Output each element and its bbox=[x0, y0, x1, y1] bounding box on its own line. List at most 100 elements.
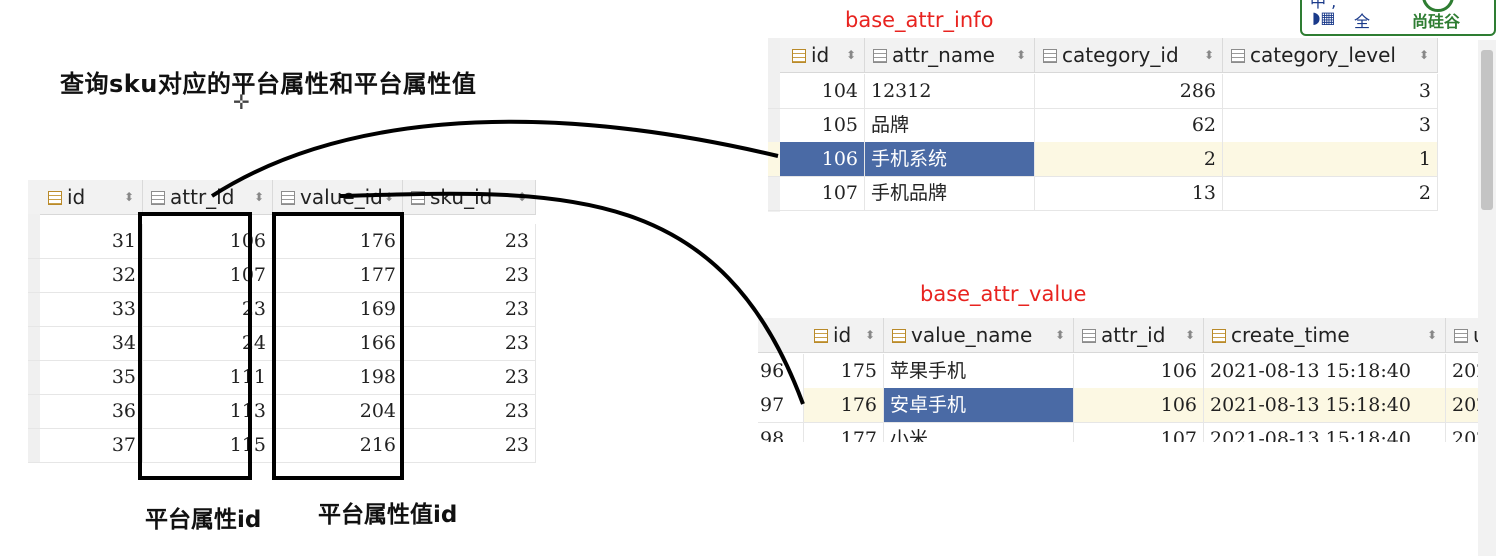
cell-sku-id[interactable]: 23 bbox=[403, 428, 536, 462]
sort-icon[interactable]: ⬍ bbox=[1185, 318, 1195, 352]
cell-update-time[interactable]: 202 bbox=[1446, 422, 1478, 442]
cell-update-time[interactable]: 202 bbox=[1446, 388, 1478, 422]
sort-icon[interactable]: ⬍ bbox=[865, 318, 875, 352]
cell-category-id[interactable]: 62 bbox=[1035, 108, 1223, 142]
column-header-id[interactable]: id ⬍ bbox=[40, 180, 143, 214]
key-column-icon bbox=[792, 49, 806, 63]
cell-id[interactable]: 31 bbox=[40, 224, 143, 258]
cell-sku-id[interactable]: 23 bbox=[403, 360, 536, 394]
attr-id-caption: 平台属性id bbox=[145, 507, 262, 533]
cell-category-level[interactable]: 1 bbox=[1223, 142, 1438, 176]
column-icon bbox=[1212, 329, 1226, 343]
column-icon bbox=[873, 49, 887, 63]
column-icon bbox=[1231, 49, 1245, 63]
table-row[interactable]: 96 175 苹果手机 106 2021-08-13 15:18:40 202 bbox=[758, 354, 1478, 389]
sort-icon[interactable]: ⬍ bbox=[517, 180, 527, 214]
cell-category-id[interactable]: 2 bbox=[1035, 142, 1223, 176]
sort-icon[interactable]: ⬍ bbox=[1419, 38, 1429, 72]
cell-id[interactable]: 34 bbox=[40, 326, 143, 360]
column-icon bbox=[892, 329, 906, 343]
column-header-id[interactable]: id ⬍ bbox=[780, 38, 865, 72]
cell-id[interactable]: 104 bbox=[780, 74, 865, 108]
cell-attr-id[interactable]: 106 bbox=[1074, 388, 1204, 422]
cursor-icon: ✛ bbox=[233, 90, 250, 114]
cell-attr-name[interactable]: 手机系统 bbox=[865, 142, 1035, 176]
sort-icon[interactable]: ⬍ bbox=[124, 180, 134, 214]
cell-create-time[interactable]: 2021-08-13 15:18:40 bbox=[1204, 388, 1446, 422]
table-row[interactable]: 104 12312 286 3 bbox=[768, 74, 1438, 109]
table-row[interactable]: 98 177 小米 107 2021-08-13 15:18:40 202 bbox=[758, 422, 1478, 442]
cell-category-level[interactable]: 3 bbox=[1223, 108, 1438, 142]
cell-sku-id[interactable]: 23 bbox=[403, 292, 536, 326]
sort-icon[interactable]: ⬍ bbox=[1055, 318, 1065, 352]
column-header-value-id[interactable]: value_id ⬍ bbox=[273, 180, 403, 214]
cell-value-name[interactable]: 小米 bbox=[884, 422, 1074, 442]
cell-sku-id[interactable]: 23 bbox=[403, 394, 536, 428]
cell-id[interactable]: 177 bbox=[804, 422, 884, 442]
sort-icon[interactable]: ⬍ bbox=[1204, 38, 1214, 72]
column-header-category-level[interactable]: category_level ⬍ bbox=[1223, 38, 1438, 72]
column-header-category-id[interactable]: category_id ⬍ bbox=[1035, 38, 1223, 72]
cell-id[interactable]: 175 bbox=[804, 354, 884, 388]
cell-category-level[interactable]: 2 bbox=[1223, 176, 1438, 210]
cell-category-level[interactable]: 3 bbox=[1223, 74, 1438, 108]
cell-attr-id[interactable]: 107 bbox=[1074, 422, 1204, 442]
grid-header: id ⬍ attr_name ⬍ category_id ⬍ category_lev… bbox=[768, 38, 1438, 73]
row-number: 97 bbox=[758, 388, 804, 422]
brand-name: 尚硅谷 bbox=[1412, 12, 1461, 31]
sort-icon[interactable]: ⬍ bbox=[254, 180, 264, 214]
cell-id[interactable]: 105 bbox=[780, 108, 865, 142]
cell-id[interactable]: 176 bbox=[804, 388, 884, 422]
column-icon bbox=[1082, 329, 1096, 343]
table-row[interactable]: 105 品牌 62 3 bbox=[768, 108, 1438, 143]
cell-category-id[interactable]: 286 bbox=[1035, 74, 1223, 108]
ime-keyboard-icon: ◗▦ bbox=[1312, 8, 1336, 27]
sort-icon[interactable]: ⬍ bbox=[1016, 38, 1026, 72]
cell-create-time[interactable]: 2021-08-13 15:18:40 bbox=[1204, 354, 1446, 388]
column-header-create-time[interactable]: create_time ⬍ bbox=[1204, 318, 1446, 352]
cell-id[interactable]: 35 bbox=[40, 360, 143, 394]
table-row[interactable]: 107 手机品牌 13 2 bbox=[768, 176, 1438, 211]
attr-value-table-name: base_attr_value bbox=[920, 282, 1087, 306]
attr-info-grid: id ⬍ attr_name ⬍ category_id ⬍ category_lev… bbox=[768, 38, 1438, 212]
cell-id[interactable]: 107 bbox=[780, 176, 865, 210]
vertical-scrollbar[interactable] bbox=[1478, 40, 1496, 556]
cell-sku-id[interactable]: 23 bbox=[403, 258, 536, 292]
cell-sku-id[interactable]: 23 bbox=[403, 224, 536, 258]
cell-id[interactable]: 32 bbox=[40, 258, 143, 292]
cell-id[interactable]: 106 bbox=[780, 142, 865, 176]
table-row-selected[interactable]: 106 手机系统 2 1 bbox=[768, 142, 1438, 177]
column-header-attr-id[interactable]: attr_id ⬍ bbox=[143, 180, 273, 214]
page-title: 查询sku对应的平台属性和平台属性值 bbox=[60, 70, 477, 98]
sort-icon[interactable]: ⬍ bbox=[384, 180, 394, 214]
grid-header: id ⬍ attr_id ⬍ value_id ⬍ sku_id ⬍ bbox=[28, 180, 536, 215]
row-number: 96 bbox=[758, 354, 804, 388]
cell-value-name[interactable]: 苹果手机 bbox=[884, 354, 1074, 388]
sort-icon[interactable]: ⬍ bbox=[846, 38, 856, 72]
sort-icon[interactable]: ⬍ bbox=[1427, 318, 1437, 352]
scrollbar-thumb[interactable] bbox=[1481, 50, 1493, 210]
cell-sku-id[interactable]: 23 bbox=[403, 326, 536, 360]
column-header-id[interactable]: id ⬍ bbox=[804, 318, 884, 352]
column-header-value-name[interactable]: value_name ⬍ bbox=[884, 318, 1074, 352]
cell-attr-name[interactable]: 12312 bbox=[865, 74, 1035, 108]
cell-attr-id[interactable]: 106 bbox=[1074, 354, 1204, 388]
cell-value-name[interactable]: 安卓手机 bbox=[884, 388, 1074, 422]
ime-fullwidth-label: 全 bbox=[1354, 12, 1371, 31]
value-id-column-box bbox=[272, 212, 404, 480]
attr-info-table-name: base_attr_info bbox=[845, 8, 994, 32]
attr-value-grid: id⬍ value_name⬍ attr_id⬍ create_time⬍ u … bbox=[758, 318, 1478, 442]
column-header-attr-id[interactable]: attr_id ⬍ bbox=[1074, 318, 1204, 352]
cell-attr-name[interactable]: 品牌 bbox=[865, 108, 1035, 142]
column-header-sku-id[interactable]: sku_id ⬍ bbox=[403, 180, 536, 214]
cell-category-id[interactable]: 13 bbox=[1035, 176, 1223, 210]
cell-id[interactable]: 37 bbox=[40, 428, 143, 462]
table-row-selected[interactable]: 97 176 安卓手机 106 2021-08-13 15:18:40 202 bbox=[758, 388, 1478, 423]
cell-id[interactable]: 33 bbox=[40, 292, 143, 326]
column-header-update-time[interactable]: u bbox=[1446, 318, 1478, 352]
cell-create-time[interactable]: 2021-08-13 15:18:40 bbox=[1204, 422, 1446, 442]
cell-attr-name[interactable]: 手机品牌 bbox=[865, 176, 1035, 210]
cell-update-time[interactable]: 202 bbox=[1446, 354, 1478, 388]
column-header-attr-name[interactable]: attr_name ⬍ bbox=[865, 38, 1035, 72]
cell-id[interactable]: 36 bbox=[40, 394, 143, 428]
